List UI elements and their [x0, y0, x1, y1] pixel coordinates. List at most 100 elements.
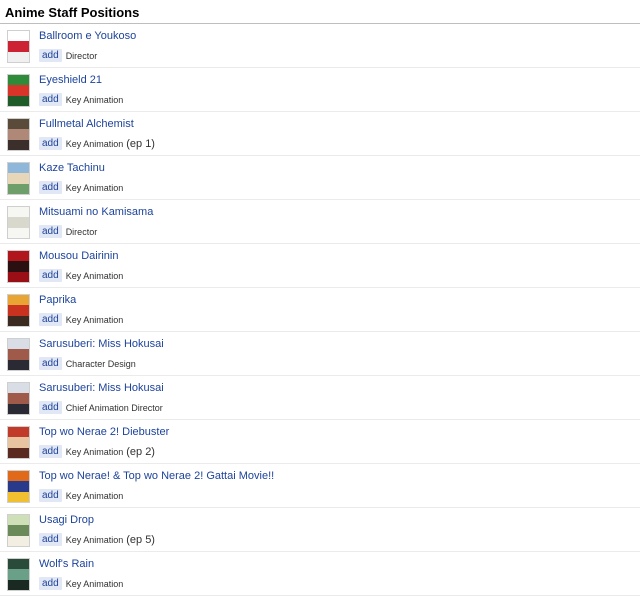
anime-title-link[interactable]: Top wo Nerae 2! Diebuster [39, 426, 169, 438]
add-button[interactable]: add [39, 181, 62, 195]
list-item: Ballroom e Youkoso add Director [0, 24, 640, 68]
thumbnail-band [8, 359, 29, 370]
thumbnail-band [8, 315, 29, 326]
anime-title-link[interactable]: Usagi Drop [39, 514, 94, 526]
anime-thumbnail[interactable] [7, 30, 30, 63]
staff-meta: add Key Animation [39, 575, 124, 591]
add-button[interactable]: add [39, 401, 62, 415]
staff-meta: add Key Animation (ep 1) [39, 135, 155, 151]
add-button[interactable]: add [39, 137, 62, 151]
thumbnail-band [8, 75, 29, 86]
thumbnail-band [8, 491, 29, 502]
anime-thumbnail[interactable] [7, 382, 30, 415]
anime-thumbnail[interactable] [7, 294, 30, 327]
thumbnail-band [8, 305, 29, 316]
anime-title-link[interactable]: Sarusuberi: Miss Hokusai [39, 382, 164, 394]
thumbnail-band [8, 227, 29, 238]
staff-positions-list: Ballroom e Youkoso add Director Eyeshield 2… [0, 24, 640, 596]
staff-position: Key Animation [65, 534, 124, 545]
staff-position: Key Animation [65, 446, 124, 457]
thumbnail-band [8, 295, 29, 306]
anime-title-link[interactable]: Mousou Dairinin [39, 250, 118, 262]
thumbnail-band [8, 31, 29, 42]
anime-thumbnail[interactable] [7, 162, 30, 195]
anime-thumbnail[interactable] [7, 118, 30, 151]
add-button[interactable]: add [39, 489, 62, 503]
thumbnail-band [8, 383, 29, 394]
add-button[interactable]: add [39, 93, 62, 107]
staff-position: Character Design [65, 358, 136, 369]
list-item: Top wo Nerae 2! Diebuster add Key Animatio… [0, 420, 640, 464]
anime-title-link[interactable]: Kaze Tachinu [39, 162, 105, 174]
thumbnail-band [8, 271, 29, 282]
staff-meta: add Key Animation [39, 487, 123, 503]
list-item: Fullmetal Alchemist add Key Animation (ep 1… [0, 112, 640, 156]
anime-thumbnail[interactable] [7, 338, 30, 371]
staff-meta: add Key Animation (ep 2) [39, 443, 155, 459]
list-item: Kaze Tachinu add Key Animation [0, 156, 640, 200]
add-button[interactable]: add [39, 313, 62, 327]
staff-position: Key Animation [65, 314, 124, 325]
thumbnail-band [8, 579, 29, 590]
staff-meta: add Director [39, 223, 98, 239]
anime-thumbnail[interactable] [7, 74, 30, 107]
thumbnail-band [8, 95, 29, 106]
thumbnail-band [8, 339, 29, 350]
anime-title-link[interactable]: Eyeshield 21 [39, 74, 102, 86]
episode-label: (ep 2) [126, 445, 155, 458]
anime-thumbnail[interactable] [7, 426, 30, 459]
thumbnail-band [8, 403, 29, 414]
add-button[interactable]: add [39, 445, 62, 459]
anime-thumbnail[interactable] [7, 470, 30, 503]
anime-title-link[interactable]: Ballroom e Youkoso [39, 30, 136, 42]
add-button[interactable]: add [39, 49, 62, 63]
anime-thumbnail[interactable] [7, 514, 30, 547]
thumbnail-band [8, 207, 29, 218]
add-button[interactable]: add [39, 269, 62, 283]
anime-title-link[interactable]: Mitsuami no Kamisama [39, 206, 153, 218]
staff-position: Key Animation [65, 138, 124, 149]
thumbnail-band [8, 51, 29, 62]
staff-position: Key Animation [65, 94, 124, 105]
thumbnail-band [8, 471, 29, 482]
anime-title-link[interactable]: Sarusuberi: Miss Hokusai [39, 338, 164, 350]
thumbnail-band [8, 183, 29, 194]
add-button[interactable]: add [39, 533, 62, 547]
thumbnail-band [8, 535, 29, 546]
add-button[interactable]: add [39, 577, 62, 591]
thumbnail-band [8, 129, 29, 140]
thumbnail-band [8, 173, 29, 184]
anime-thumbnail[interactable] [7, 558, 30, 591]
staff-meta: add Key Animation [39, 91, 124, 107]
section-title: Anime Staff Positions [0, 0, 640, 24]
list-item: Mousou Dairinin add Key Animation [0, 244, 640, 288]
add-button[interactable]: add [39, 225, 62, 239]
list-item: Wolf's Rain add Key Animation [0, 552, 640, 596]
thumbnail-band [8, 163, 29, 174]
thumbnail-band [8, 85, 29, 96]
anime-thumbnail[interactable] [7, 250, 30, 283]
thumbnail-band [8, 559, 29, 570]
thumbnail-band [8, 481, 29, 492]
thumbnail-band [8, 515, 29, 526]
anime-title-link[interactable]: Wolf's Rain [39, 558, 94, 570]
staff-meta: add Chief Animation Director [39, 399, 163, 415]
anime-title-link[interactable]: Paprika [39, 294, 76, 306]
thumbnail-band [8, 447, 29, 458]
anime-title-link[interactable]: Fullmetal Alchemist [39, 118, 134, 130]
add-button[interactable]: add [39, 357, 62, 371]
staff-position: Chief Animation Director [65, 402, 163, 413]
thumbnail-band [8, 217, 29, 228]
staff-position: Key Animation [65, 578, 124, 589]
staff-meta: add Director [39, 47, 97, 63]
anime-thumbnail[interactable] [7, 206, 30, 239]
thumbnail-band [8, 251, 29, 262]
staff-position: Director [65, 226, 98, 237]
thumbnail-band [8, 139, 29, 150]
list-item: Paprika add Key Animation [0, 288, 640, 332]
staff-meta: add Key Animation [39, 179, 123, 195]
list-item: Sarusuberi: Miss Hokusai add Chief Animati… [0, 376, 640, 420]
thumbnail-band [8, 525, 29, 536]
list-item: Mitsuami no Kamisama add Director [0, 200, 640, 244]
anime-title-link[interactable]: Top wo Nerae! & Top wo Nerae 2! Gattai M… [39, 470, 274, 482]
